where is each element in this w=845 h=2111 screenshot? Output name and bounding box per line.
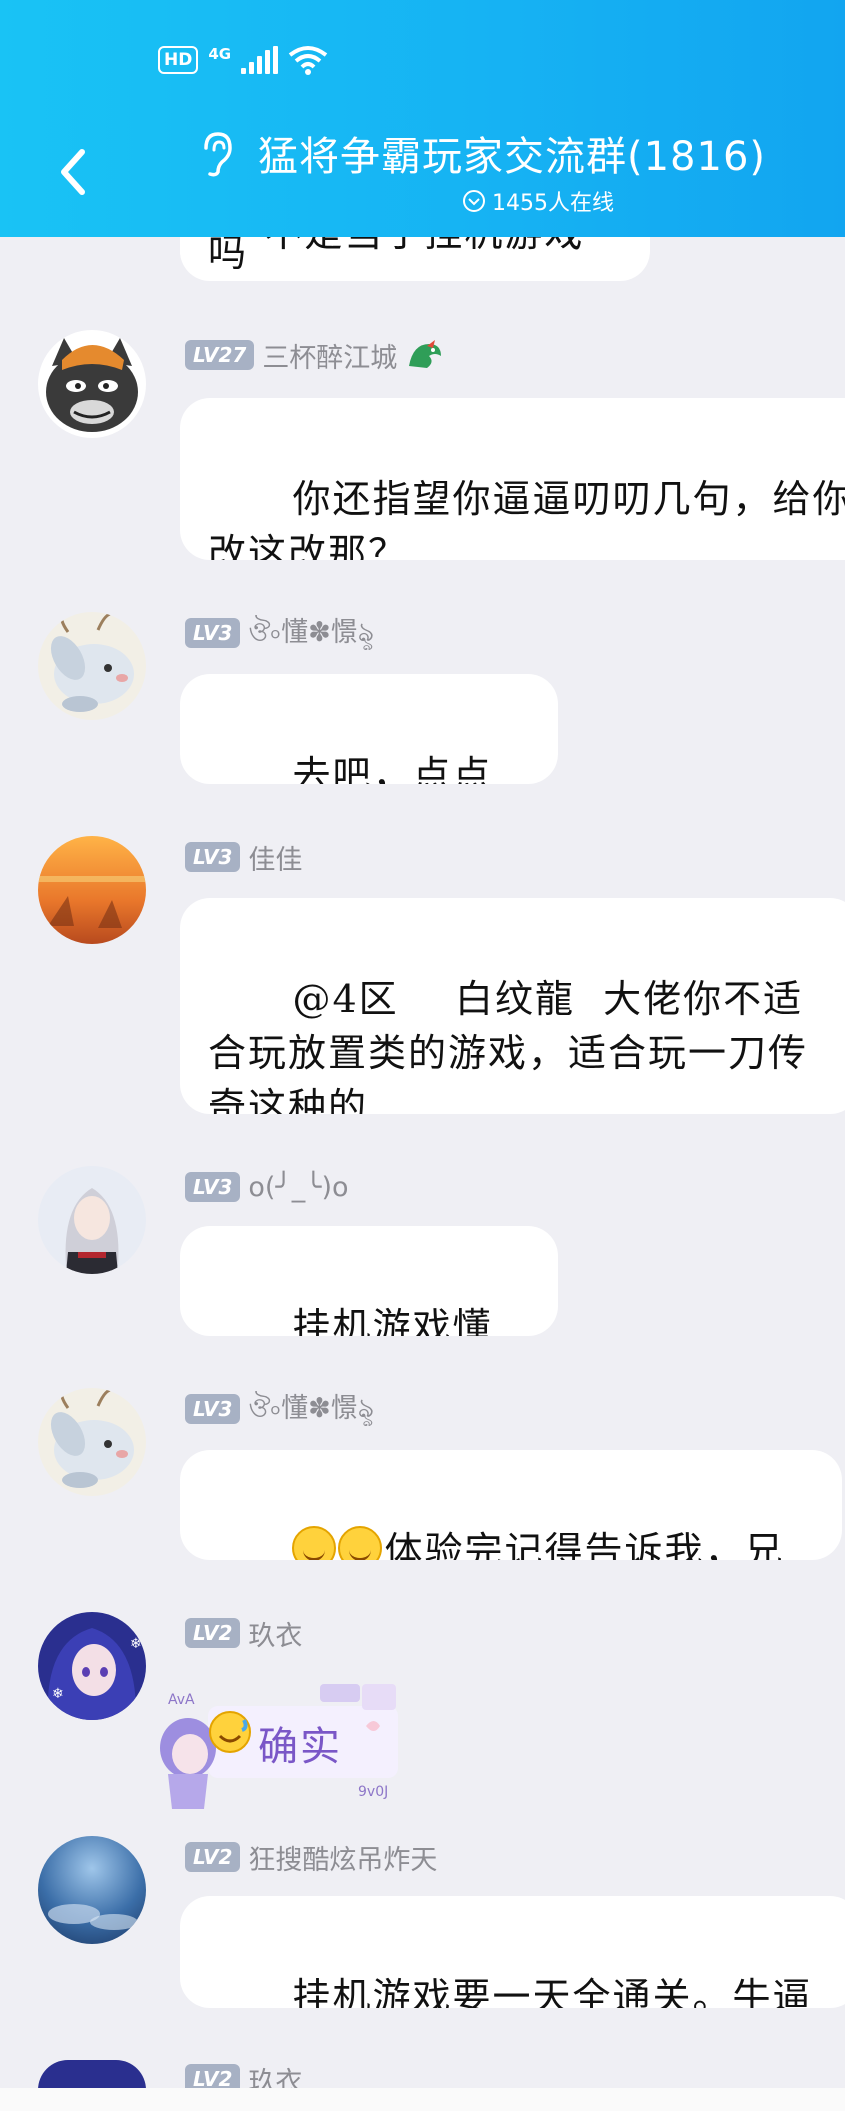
message-meta: LV2 玖衣 xyxy=(185,1614,302,1653)
hd-badge: HD xyxy=(158,46,199,74)
svg-text:AvA: AvA xyxy=(168,1692,195,1708)
nickname[interactable]: o(╯_╰)o xyxy=(248,1172,348,1203)
message-meta: LV2 狂搜酷炫吊炸天 xyxy=(185,1838,437,1877)
level-badge: LV2 xyxy=(185,1842,241,1872)
grin-emoji-icon xyxy=(338,1526,383,1560)
svg-text:❄: ❄ xyxy=(130,1636,142,1652)
rabbit-avatar-icon xyxy=(38,1388,146,1496)
blue-hair-avatar-icon xyxy=(38,2060,146,2090)
sunset-avatar-icon xyxy=(38,836,146,944)
wolf-avatar-icon xyxy=(38,330,146,438)
dragon-badge-icon xyxy=(409,340,442,368)
online-status[interactable]: 1455人在线 xyxy=(462,186,614,216)
network-label: 4G xyxy=(208,45,232,63)
nickname[interactable]: 佳佳 xyxy=(248,838,302,877)
avatar[interactable] xyxy=(38,1166,146,1274)
back-arrow-icon[interactable] xyxy=(56,148,90,196)
message-bubble[interactable]: @4区 白纹龍 大佬你不适合玩放置类的游戏，适合玩一刀传奇这种的 xyxy=(180,898,845,1114)
avatar[interactable] xyxy=(38,1388,146,1496)
anime-girl-avatar-icon xyxy=(38,1166,146,1274)
bottom-bar xyxy=(0,2088,845,2111)
sticker-text: 确实 xyxy=(258,1724,342,1770)
level-badge: LV3 xyxy=(185,618,241,648)
chevron-down-circle-icon xyxy=(463,190,485,212)
sticker-image[interactable]: AvA 9v0J 确实 xyxy=(148,1684,408,1809)
avatar[interactable] xyxy=(38,612,146,720)
message-meta: LV3 佳佳 xyxy=(185,838,302,877)
wifi-icon xyxy=(288,46,328,75)
level-badge: LV3 xyxy=(185,842,241,872)
avatar[interactable]: ❄ ❄ xyxy=(38,1612,146,1720)
blue-hair-avatar-icon: ❄ ❄ xyxy=(38,1612,146,1720)
status-bar: HD 4G xyxy=(158,42,328,78)
level-badge: LV2 xyxy=(185,1618,241,1648)
message-meta: LV27 三杯醉江城 xyxy=(185,336,445,375)
sky-avatar-icon xyxy=(38,1836,146,1944)
avatar[interactable] xyxy=(38,2060,146,2090)
nickname[interactable]: ঔ৹懂✽憬ৡ xyxy=(248,1386,374,1433)
nickname[interactable]: 三杯醉江城 xyxy=(262,336,397,375)
message-bubble[interactable]: 你还指望你逼逼叨叨几句，给你改这改那？ xyxy=(180,398,845,560)
level-badge: LV27 xyxy=(185,340,255,370)
message-meta: LV3 ঔ৹懂✽憬ৡ xyxy=(185,1392,374,1426)
message-bubble[interactable]: 挂机游戏要一天全通关。牛逼了 xyxy=(180,1896,845,2008)
group-title[interactable]: 猛将争霸玩家交流群(1816) xyxy=(258,124,766,182)
rabbit-avatar-icon xyxy=(38,612,146,720)
svg-text:9v0J: 9v0J xyxy=(358,1784,388,1800)
chat-header: HD 4G 猛将争霸玩家交流群(1816) 1455人在线 xyxy=(0,0,845,237)
online-count: 1455人在线 xyxy=(492,191,614,216)
message-bubble[interactable]: 去吧，点点勇者 xyxy=(180,674,558,784)
ear-icon[interactable] xyxy=(198,130,236,178)
chat-area: 不是当于挂机游戏吗 LV27 三杯醉江城 xyxy=(0,0,845,2111)
message-meta: LV3 ঔ৹懂✽憬ৡ xyxy=(185,616,374,650)
message-meta: LV3 o(╯_╰)o xyxy=(185,1170,349,1204)
avatar[interactable] xyxy=(38,330,146,438)
nickname[interactable]: ঔ৹懂✽憬ৡ xyxy=(248,610,374,657)
signal-icon xyxy=(241,46,279,74)
level-badge: LV3 xyxy=(185,1172,241,1202)
message-bubble[interactable]: 挂机游戏懂不懂 xyxy=(180,1226,558,1336)
level-badge: LV3 xyxy=(185,1394,241,1424)
message-bubble[interactable]: 体验完记得告诉我，兄弟 xyxy=(180,1450,842,1560)
nickname[interactable]: 狂搜酷炫吊炸天 xyxy=(248,1838,437,1877)
nickname[interactable]: 玖衣 xyxy=(248,1614,302,1653)
grin-emoji-icon xyxy=(292,1526,337,1560)
avatar[interactable] xyxy=(38,1836,146,1944)
avatar[interactable] xyxy=(38,836,146,944)
svg-text:❄: ❄ xyxy=(52,1686,64,1702)
